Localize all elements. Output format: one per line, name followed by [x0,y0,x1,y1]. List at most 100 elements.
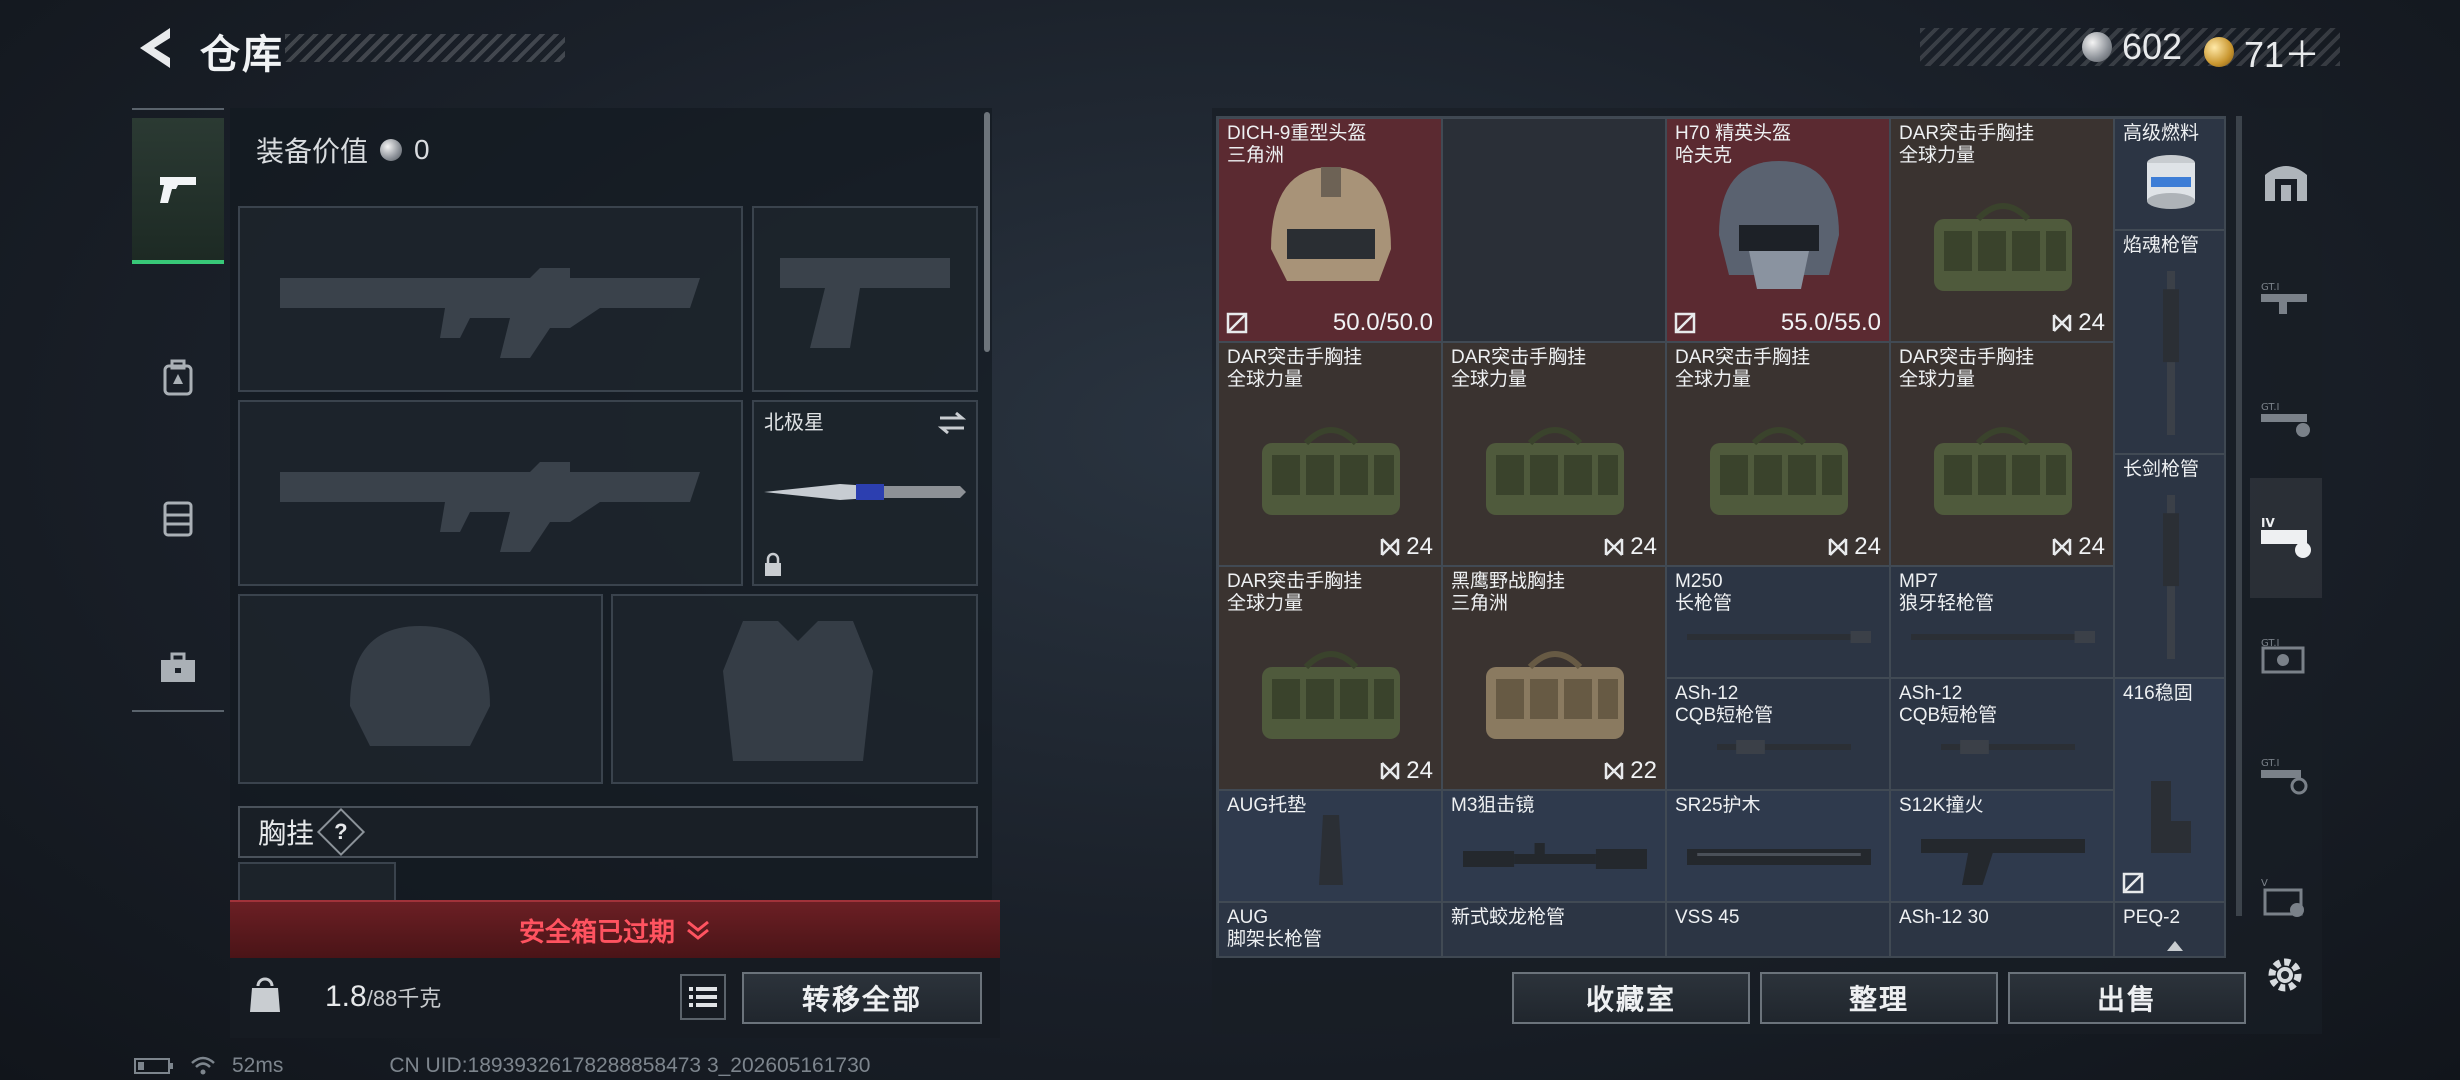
barrel-icon [2163,271,2179,435]
inventory-item[interactable]: 焰魂枪管 [2114,230,2224,454]
item-name: 焰魂枪管 [2123,235,2200,256]
inventory-item[interactable]: PEQ-2 [2114,902,2224,956]
equipment-value: 装备价值 0 [256,134,430,167]
item-name: ASh-12 30 [1899,907,1989,928]
item-name: 高级燃料 [2123,123,2200,144]
short-barrel-icon [1717,740,1851,754]
inventory-item[interactable]: ASh-12 30 [1890,902,2114,956]
secondary-weapon-slot[interactable] [752,206,978,392]
no-trade-icon [1226,312,1248,334]
inventory-item[interactable]: DAR突击手胸挂 全球力量 24 [1890,342,2114,566]
inventory-item[interactable]: H70 精英头盔 哈夫克 55.0/55.0 [1666,118,1890,342]
item-name: 黑鹰野战胸挂 [1451,571,1566,592]
inventory-item[interactable]: DAR突击手胸挂 全球力量 24 [1890,118,2114,342]
svg-text:IV: IV [2261,516,2275,530]
empty-cell [1442,118,1666,342]
inventory-item[interactable]: ASh-12 CQB短枪管 [1890,678,2114,790]
no-trade-icon [1674,312,1696,334]
swap-icon[interactable] [936,410,968,436]
item-subtitle: 三角洲 [1451,593,1509,614]
inventory-item[interactable]: DAR突击手胸挂 全球力量 24 [1666,342,1890,566]
chest-rig-section[interactable]: 胸挂 ? [238,806,978,858]
item-count: 24 [2052,533,2105,561]
rnav-category-5[interactable]: GT.I [2250,718,2322,838]
barrel-category-icon: IV [2261,516,2311,558]
inventory-item[interactable]: DICH-9重型头盔 三角洲 50.0/50.0 [1218,118,1442,342]
nav-toolbox[interactable] [132,598,224,738]
rnav-category-1[interactable]: GT.I [2250,240,2322,360]
svg-text:V: V [2261,878,2268,889]
item-name: PEQ-2 [2123,907,2181,928]
organize-button[interactable]: 整理 [1760,972,1998,1024]
list-icon [689,987,717,1007]
inventory-item[interactable]: AUG托垫 [1218,790,1442,902]
svg-text:GT.I: GT.I [2261,402,2279,413]
rifle-silhouette-icon [280,268,700,358]
item-name: VSS 45 [1675,907,1740,928]
collection-room-button[interactable]: 收藏室 [1512,972,1750,1024]
inventory-item[interactable]: VSS 45 [1666,902,1890,956]
rnav-category-3[interactable]: IV [2250,478,2322,598]
armor-icon [163,501,193,537]
inventory-item[interactable]: DAR突击手胸挂 全球力量 24 [1218,566,1442,790]
item-count: 24 [2052,309,2105,337]
armor-slot[interactable] [611,594,978,784]
stock-icon [1921,839,2085,885]
weight-icon [250,977,280,1012]
help-icon[interactable]: ? [316,807,366,857]
stack-icon [1381,538,1400,556]
item-subtitle: 全球力量 [1675,369,1752,390]
inventory-item[interactable]: M250 长枪管 [1666,566,1890,678]
list-view-button[interactable] [680,974,726,1020]
chest-rig-icon [1934,203,2072,291]
rnav-category-2[interactable]: GT.I [2250,360,2322,480]
chest-rig-icon [1710,427,1848,515]
stack-icon [1829,538,1848,556]
silver-coin-icon [2082,32,2112,62]
inventory-item[interactable]: DAR突击手胸挂 全球力量 24 [1218,342,1442,566]
item-name: SR25护木 [1675,795,1761,816]
inventory-item[interactable]: M3狙击镜 [1442,790,1666,902]
nav-armor[interactable] [132,448,224,588]
equipment-scrollbar[interactable] [984,112,990,352]
inventory-item[interactable]: S12K撞火 [1890,790,2114,902]
rnav-category-4[interactable]: GT.I [2250,598,2322,718]
primary-weapon-slot-1[interactable] [238,206,743,392]
short-barrel-icon [1941,740,2075,754]
inventory-item[interactable]: SR25护木 [1666,790,1890,902]
page-title: 仓库 [200,33,284,77]
inventory-scrollbar[interactable] [2236,116,2242,916]
stack-icon [2053,314,2072,332]
nav-weapons[interactable] [132,118,224,264]
pistol-silhouette-icon [780,258,950,348]
item-subtitle: 脚架长枪管 [1227,929,1323,950]
gold-currency: 71＋ [2204,26,2320,78]
inventory-item[interactable]: 新式蛟龙枪管 [1442,902,1666,956]
chest-rig-slot[interactable] [238,862,396,902]
settings-gear-icon[interactable] [2264,954,2306,996]
inventory-item[interactable]: MP7 狼牙轻枪管 [1890,566,2114,678]
sell-button[interactable]: 出售 [2008,972,2246,1024]
transfer-all-button[interactable]: 转移全部 [742,972,982,1024]
scroll-up-icon[interactable] [2165,939,2185,953]
back-icon[interactable] [130,22,178,74]
melee-slot[interactable]: 北极星 [752,400,978,586]
inventory-item[interactable]: DAR突击手胸挂 全球力量 24 [1442,342,1666,566]
chevron-down-icon [687,920,709,940]
nav-backpack[interactable] [132,308,224,448]
rnav-all[interactable] [2250,120,2322,240]
inventory-item[interactable]: 416稳固 [2114,678,2224,902]
primary-weapon-slot-2[interactable] [238,400,743,586]
inventory-item[interactable]: 高级燃料 [2114,118,2224,230]
safebox-expired-banner[interactable]: 安全箱已过期 [230,900,1000,958]
barrel-icon [1911,631,2095,643]
carry-weight: 1.8/88千克 [325,980,442,1013]
inventory-item[interactable]: ASh-12 CQB短枪管 [1666,678,1890,790]
silver-coin-icon [380,139,403,161]
rnav-category-6[interactable]: V [2250,838,2322,958]
inventory-item[interactable]: AUG 脚架长枪管 [1218,902,1442,956]
inventory-item[interactable]: 黑鹰野战胸挂 三角洲 22 [1442,566,1666,790]
inventory-item[interactable]: 长剑枪管 [2114,454,2224,678]
item-name: AUG [1227,907,1269,928]
helmet-slot[interactable] [238,594,603,784]
